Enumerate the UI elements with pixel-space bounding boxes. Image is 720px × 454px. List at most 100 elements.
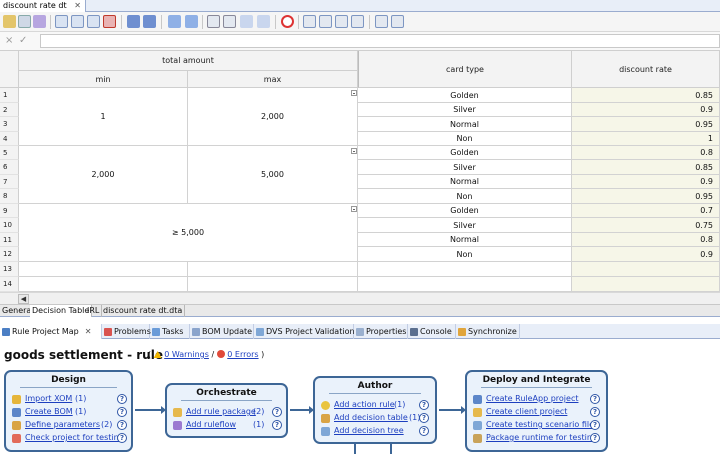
horizontal-scrollbar[interactable]: ◀	[0, 292, 720, 304]
help-icon[interactable]: ?	[272, 420, 282, 430]
create-ruleapp-link[interactable]: Create RuleApp project	[486, 394, 578, 403]
add-decision-tree-link[interactable]: Add decision tree	[334, 426, 404, 435]
tab-synchronize[interactable]: Synchronize	[456, 324, 520, 339]
tab-bom-update[interactable]: BOM Update	[190, 324, 254, 339]
discount-rate-cell[interactable]: 0.95	[572, 117, 720, 132]
editor-tab-discount-rate[interactable]: discount rate dt ✕	[0, 0, 86, 12]
empty-cell[interactable]	[358, 262, 572, 277]
help-icon[interactable]: ?	[590, 394, 600, 404]
help-icon[interactable]: ?	[117, 420, 127, 430]
discount-rate-cell[interactable]: 0.8	[572, 233, 720, 247]
discount-rate-cell[interactable]: 0.75	[572, 218, 720, 233]
row-number[interactable]: 12	[0, 247, 19, 262]
row-number[interactable]: 13	[0, 262, 19, 277]
help-icon[interactable]: ?	[419, 400, 429, 410]
empty-cell[interactable]	[188, 262, 358, 277]
tab-console[interactable]: Console	[408, 324, 456, 339]
row-number[interactable]: 7	[0, 175, 19, 189]
column-header-discount-rate[interactable]: discount rate	[572, 51, 720, 88]
help-icon[interactable]: ?	[590, 433, 600, 443]
help-icon[interactable]: ?	[117, 394, 127, 404]
card-type-cell[interactable]: Golden	[358, 204, 572, 218]
max-cell[interactable]: 2,000	[188, 88, 358, 146]
column-group-total-amount[interactable]: total amount	[19, 51, 358, 71]
column-alt-icon[interactable]	[351, 15, 364, 28]
sort-desc-icon[interactable]	[257, 15, 270, 28]
create-bom-link[interactable]: Create BOM	[25, 407, 73, 416]
cell-value-input[interactable]	[40, 34, 720, 48]
card-type-cell[interactable]: Non	[358, 132, 572, 146]
error-icon[interactable]	[281, 15, 294, 28]
help-icon[interactable]: ?	[590, 407, 600, 417]
discount-rate-cell[interactable]: 0.7	[572, 204, 720, 218]
card-type-cell[interactable]: Silver	[358, 103, 572, 117]
row-number[interactable]: 3	[0, 117, 19, 132]
max-cell[interactable]: 5,000	[188, 146, 358, 204]
row-number[interactable]: 6	[0, 160, 19, 175]
split-icon[interactable]	[207, 15, 220, 28]
range-cell[interactable]: ≥ 5,000	[19, 204, 358, 262]
sort-icon[interactable]	[240, 15, 253, 28]
empty-cell[interactable]	[19, 262, 188, 277]
add-rule-package-link[interactable]: Add rule package	[186, 407, 256, 416]
column-left-icon[interactable]	[303, 15, 316, 28]
discount-rate-cell[interactable]: 0.85	[572, 160, 720, 175]
insert-column-icon[interactable]	[71, 15, 84, 28]
discount-rate-cell[interactable]: 0.9	[572, 175, 720, 189]
row-number[interactable]: 2	[0, 103, 19, 117]
delete-column-icon[interactable]	[103, 15, 116, 28]
row-number[interactable]: 11	[0, 233, 19, 247]
help-icon[interactable]: ?	[272, 407, 282, 417]
tab-dvs-project-validation[interactable]: DVS Project Validation	[254, 324, 355, 339]
zoom-icon[interactable]	[391, 15, 404, 28]
define-parameters-link[interactable]: Define parameters	[25, 420, 100, 429]
discount-rate-cell[interactable]: 1	[572, 132, 720, 146]
discount-rate-cell[interactable]: 0.85	[572, 88, 720, 103]
row-number[interactable]: 4	[0, 132, 19, 146]
add-decision-table-link[interactable]: Add decision table	[334, 413, 408, 422]
move-down-icon[interactable]	[185, 15, 198, 28]
discount-rate-cell[interactable]: 0.9	[572, 247, 720, 262]
row-number[interactable]: 10	[0, 218, 19, 233]
discount-rate-cell[interactable]: 0.8	[572, 146, 720, 160]
insert-row-icon[interactable]	[55, 15, 68, 28]
empty-cell[interactable]	[358, 277, 572, 292]
tab-rule-project-map[interactable]: Rule Project Map ✕	[0, 324, 102, 339]
row-number[interactable]: 8	[0, 189, 19, 204]
tab-tasks[interactable]: Tasks	[150, 324, 190, 339]
row-number[interactable]: 9	[0, 204, 19, 218]
table-props-icon[interactable]	[375, 15, 388, 28]
close-icon[interactable]: ✕	[85, 327, 92, 336]
delete-row-icon[interactable]	[87, 15, 100, 28]
discount-rate-cell[interactable]: 0.95	[572, 189, 720, 204]
row-number[interactable]: 5	[0, 146, 19, 160]
card-type-cell[interactable]: Golden	[358, 146, 572, 160]
add-action-rule-link[interactable]: Add action rule	[334, 400, 395, 409]
empty-cell[interactable]	[572, 262, 720, 277]
check-project-link[interactable]: Check project for testing	[25, 433, 124, 442]
collapse-icon[interactable]	[351, 206, 357, 212]
scroll-left-button[interactable]: ◀	[18, 294, 29, 304]
tab-irl[interactable]: IRL	[85, 305, 103, 317]
empty-cell[interactable]	[188, 277, 358, 292]
errors-link[interactable]: 0 Errors	[227, 350, 258, 359]
collapse-icon[interactable]	[351, 90, 357, 96]
create-testing-scenario-link[interactable]: Create testing scenario file	[486, 420, 594, 429]
card-type-cell[interactable]: Non	[358, 189, 572, 204]
row-number[interactable]: 1	[0, 88, 19, 103]
column-header-min[interactable]: min	[19, 71, 188, 88]
card-type-cell[interactable]: Normal	[358, 233, 572, 247]
move-up-icon[interactable]	[168, 15, 181, 28]
collapse-icon[interactable]	[127, 15, 140, 28]
expand-icon[interactable]	[143, 15, 156, 28]
close-icon[interactable]: ✕	[74, 0, 81, 12]
card-type-cell[interactable]: Normal	[358, 117, 572, 132]
help-icon[interactable]: ?	[419, 413, 429, 423]
help-icon[interactable]: ?	[117, 407, 127, 417]
min-cell[interactable]: 1	[19, 88, 188, 146]
add-ruleflow-link[interactable]: Add ruleflow	[186, 420, 236, 429]
tab-decision-table[interactable]: Decision Table	[30, 305, 93, 317]
tab-problems[interactable]: Problems	[102, 324, 151, 339]
column-right-icon[interactable]	[319, 15, 332, 28]
merge-icon[interactable]	[223, 15, 236, 28]
